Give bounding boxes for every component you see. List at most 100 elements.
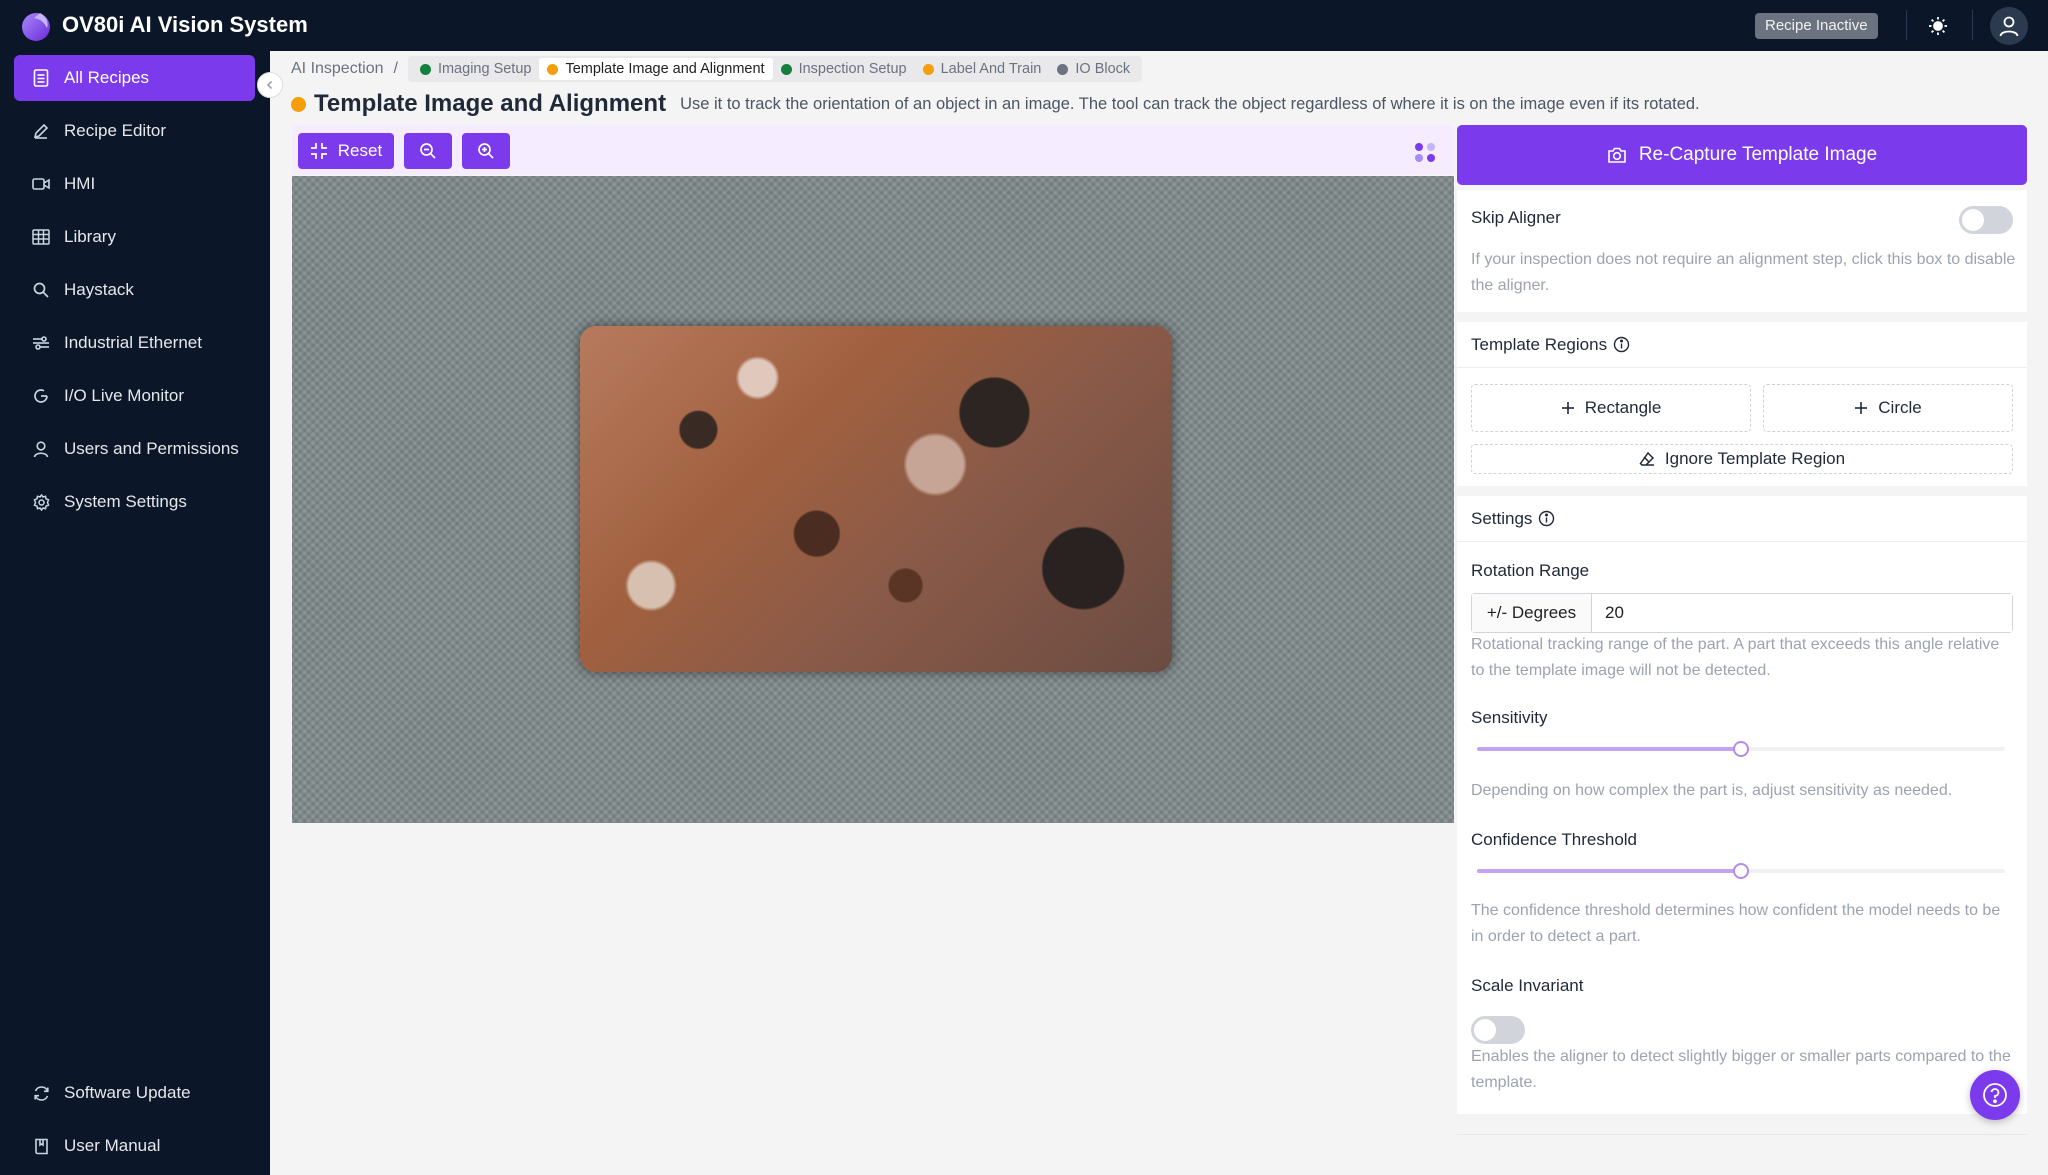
gauge-icon <box>32 387 50 405</box>
eraser-icon <box>1639 451 1654 466</box>
slider-handle[interactable] <box>1733 741 1749 757</box>
top-bar: OV80i AI Vision System Recipe Inactive <box>0 0 2048 51</box>
rotation-range-input[interactable] <box>1592 594 2012 632</box>
gear-icon <box>32 493 50 511</box>
ignore-template-region-button[interactable]: Ignore Template Region <box>1471 444 2013 474</box>
user-avatar-button[interactable] <box>1990 7 2028 45</box>
sidebar: All Recipes Recipe Editor HMI Library Ha… <box>0 51 270 1175</box>
sidebar-item-industrial-ethernet[interactable]: Industrial Ethernet <box>14 320 255 366</box>
page-title: Template Image and Alignment <box>314 90 667 117</box>
step-tab-inspection-setup[interactable]: Inspection Setup <box>773 58 915 80</box>
step-tab-io-block[interactable]: IO Block <box>1049 58 1138 80</box>
sensitivity-help: Depending on how complex the part is, ad… <box>1471 782 1953 799</box>
sidebar-item-recipe-editor[interactable]: Recipe Editor <box>14 108 255 154</box>
scale-invariant-toggle[interactable] <box>1471 1016 1525 1044</box>
rotation-range-help: Rotational tracking range of the part. A… <box>1471 636 2000 679</box>
settings-card: Settings Rotation Range +/- Degrees Rota… <box>1457 496 2027 1114</box>
sensitivity-slider[interactable] <box>1477 739 2005 759</box>
info-icon[interactable] <box>1613 336 1630 353</box>
zoom-out-icon <box>420 143 436 159</box>
sidebar-item-library[interactable]: Library <box>14 214 255 260</box>
skip-aligner-toggle[interactable] <box>1959 206 2013 234</box>
template-regions-header: Template Regions <box>1457 322 2027 368</box>
settings-title: Settings <box>1471 508 1533 528</box>
app-logo-icon <box>22 13 50 41</box>
image-toolbar: Reset <box>292 125 1454 175</box>
step-label: Label And Train <box>940 61 1042 77</box>
sidebar-item-label: Software Update <box>64 1083 191 1102</box>
sensitivity-label: Sensitivity <box>1471 708 1548 727</box>
loading-dots-icon <box>1415 143 1435 162</box>
help-button[interactable] <box>1970 1070 2020 1120</box>
step-tabs: Imaging Setup Template Image and Alignme… <box>407 56 1143 82</box>
sidebar-item-label: Users and Permissions <box>64 439 239 458</box>
page-description: Use it to track the orientation of an ob… <box>680 94 1700 113</box>
breadcrumb: AI Inspection / Imaging Setup Template I… <box>291 56 1143 82</box>
zoom-out-button[interactable] <box>404 133 452 169</box>
add-rectangle-button[interactable]: Rectangle <box>1471 384 1751 432</box>
step-tab-label-and-train[interactable]: Label And Train <box>915 58 1050 80</box>
breadcrumb-separator: / <box>393 60 398 77</box>
plus-icon <box>1855 402 1868 414</box>
sidebar-item-user-manual[interactable]: User Manual <box>14 1123 255 1169</box>
recipe-status-badge: Recipe Inactive <box>1755 13 1878 39</box>
zoom-in-icon <box>478 143 494 159</box>
sidebar-item-label: Library <box>64 227 116 246</box>
sidebar-item-software-update[interactable]: Software Update <box>14 1070 255 1116</box>
video-icon <box>32 175 50 193</box>
sun-icon <box>1929 17 1947 35</box>
confidence-threshold-label: Confidence Threshold <box>1471 830 1638 849</box>
sidebar-item-system-settings[interactable]: System Settings <box>14 479 255 525</box>
confidence-threshold-slider[interactable] <box>1477 861 2005 881</box>
zoom-in-button[interactable] <box>462 133 510 169</box>
divider <box>1457 1134 2027 1135</box>
sidebar-item-all-recipes[interactable]: All Recipes <box>14 55 255 101</box>
step-tab-imaging-setup[interactable]: Imaging Setup <box>412 58 540 80</box>
divider <box>1906 10 1907 40</box>
app-title: OV80i AI Vision System <box>62 12 308 37</box>
plus-icon <box>1561 402 1574 414</box>
template-regions-card: Template Regions Rectangle Circle Ignore… <box>1457 322 2027 486</box>
reset-label: Reset <box>337 141 383 160</box>
sidebar-item-label: HMI <box>64 174 96 193</box>
sidebar-item-hmi[interactable]: HMI <box>14 161 255 207</box>
template-image-canvas[interactable] <box>292 176 1454 823</box>
breadcrumb-root[interactable]: AI Inspection <box>291 60 384 78</box>
slider-track <box>1477 869 1741 873</box>
search-icon <box>32 281 50 299</box>
template-part-image <box>580 326 1172 672</box>
sidebar-item-label: I/O Live Monitor <box>64 386 184 405</box>
rotation-range-unit: +/- Degrees <box>1472 594 1592 632</box>
sidebar-item-io-live-monitor[interactable]: I/O Live Monitor <box>14 373 255 419</box>
sidebar-item-label: Industrial Ethernet <box>64 333 202 352</box>
compress-icon <box>310 143 327 159</box>
theme-toggle-button[interactable] <box>1922 10 1954 42</box>
confidence-threshold-help: The confidence threshold determines how … <box>1471 902 2001 945</box>
status-dot <box>1057 63 1069 75</box>
slider-handle[interactable] <box>1733 863 1749 879</box>
sidebar-item-users-and-permissions[interactable]: Users and Permissions <box>14 426 255 472</box>
document-icon <box>32 69 50 87</box>
status-dot <box>922 63 934 75</box>
sidebar-item-label: System Settings <box>64 492 187 511</box>
refresh-icon <box>32 1084 50 1102</box>
status-dot <box>419 63 431 75</box>
book-icon <box>32 1137 50 1155</box>
step-tab-template-image-and-alignment[interactable]: Template Image and Alignment <box>539 58 773 80</box>
status-dot <box>780 63 792 75</box>
info-icon[interactable] <box>1538 510 1555 527</box>
step-label: Imaging Setup <box>437 61 532 77</box>
recapture-template-button[interactable]: Re-Capture Template Image <box>1457 125 2027 185</box>
add-circle-button[interactable]: Circle <box>1763 384 2013 432</box>
collapse-sidebar-button[interactable] <box>257 72 283 98</box>
reset-button[interactable]: Reset <box>298 133 394 169</box>
circle-label: Circle <box>1878 398 1922 417</box>
step-label: Template Image and Alignment <box>565 61 765 77</box>
sidebar-item-label: Recipe Editor <box>64 121 167 140</box>
skip-aligner-label: Skip Aligner <box>1471 208 1561 227</box>
question-icon <box>1983 1083 2007 1107</box>
sidebar-item-haystack[interactable]: Haystack <box>14 267 255 313</box>
rotation-range-input-group: +/- Degrees <box>1471 593 2013 633</box>
scale-invariant-label: Scale Invariant <box>1471 976 1584 995</box>
settings-header: Settings <box>1457 496 2027 542</box>
